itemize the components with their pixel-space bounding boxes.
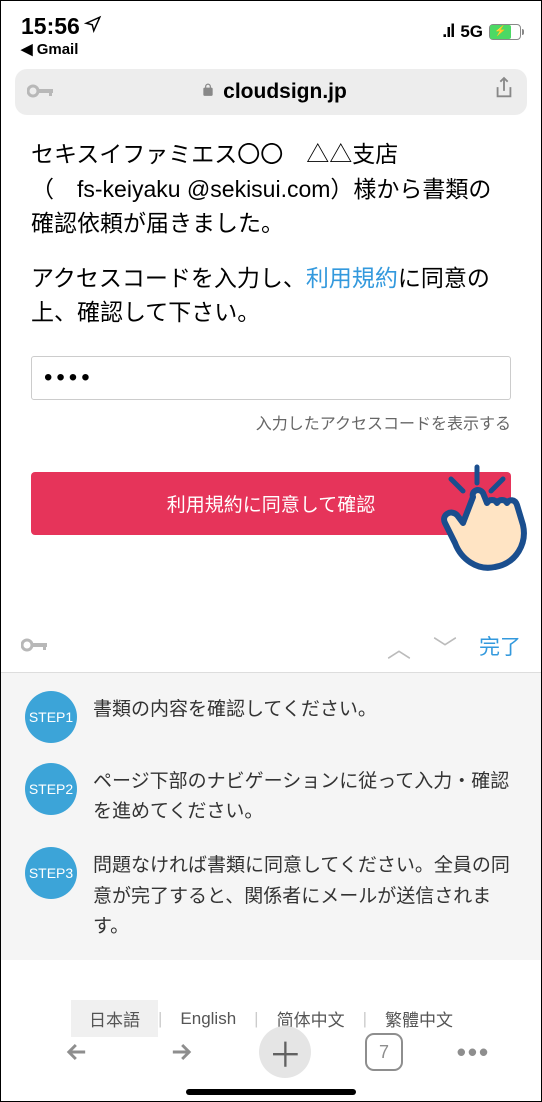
lock-icon [201, 82, 215, 103]
step-row: STEP1 書類の内容を確認してください。 [25, 691, 517, 743]
instruction-text: アクセスコードを入力し、利用規約に同意の上、確認して下さい。 [31, 261, 511, 330]
step-badge: STEP2 [25, 763, 77, 815]
keyboard-next-icon[interactable]: ﹀ [433, 629, 457, 664]
nav-tabs-button[interactable]: 7 [365, 1033, 403, 1071]
keyboard-done-button[interactable]: 完了 [479, 631, 521, 661]
battery-icon: ⚡ [489, 24, 521, 40]
confirm-button[interactable]: 利用規約に同意して確認 [31, 472, 511, 535]
steps-section: STEP1 書類の内容を確認してください。 STEP2 ページ下部のナビゲーショ… [1, 673, 541, 961]
step-badge: STEP3 [25, 847, 77, 899]
step-text: 書類の内容を確認してください。 [93, 691, 377, 725]
url-domain: cloudsign.jp [223, 80, 347, 104]
network-label: 5G [460, 22, 483, 42]
location-arrow-icon [84, 15, 102, 38]
show-code-toggle[interactable]: 入力したアクセスコードを表示する [31, 410, 511, 434]
status-time: 15:56 [21, 13, 80, 40]
terms-link[interactable]: 利用規約 [306, 265, 398, 291]
step-text: 問題なければ書類に同意してください。全員の同意が完了すると、関係者にメールが送信… [93, 847, 517, 942]
browser-bottom-nav: ＋ 7 ••• [1, 1015, 541, 1089]
signal-icon: .ıl [442, 21, 454, 42]
step-row: STEP2 ページ下部のナビゲーションに従って入力・確認を進めてください。 [25, 763, 517, 828]
share-icon[interactable] [493, 76, 515, 108]
nav-new-tab-icon[interactable]: ＋ [259, 1026, 311, 1078]
step-badge: STEP1 [25, 691, 77, 743]
key-icon[interactable] [27, 79, 55, 105]
back-to-app[interactable]: ◀ Gmail [21, 40, 102, 58]
nav-forward-icon[interactable] [156, 1027, 206, 1077]
status-bar: 15:56 ◀ Gmail .ıl 5G ⚡ [1, 1, 541, 63]
step-row: STEP3 問題なければ書類に同意してください。全員の同意が完了すると、関係者に… [25, 847, 517, 942]
access-code-input[interactable] [31, 356, 511, 400]
keyboard-prev-icon[interactable]: ︿ [387, 629, 411, 664]
home-indicator[interactable] [186, 1089, 356, 1095]
nav-more-icon[interactable]: ••• [457, 1037, 490, 1068]
key-icon[interactable] [21, 633, 49, 659]
nav-back-icon[interactable] [52, 1027, 102, 1077]
url-bar[interactable]: cloudsign.jp [15, 69, 527, 115]
keyboard-accessory-bar: ︿ ﹀ 完了 [1, 621, 541, 673]
sender-message: セキスイファミエス〇〇 △△支店 （ fs-keiyaku @sekisui.c… [31, 137, 511, 241]
step-text: ページ下部のナビゲーションに従って入力・確認を進めてください。 [93, 763, 517, 828]
